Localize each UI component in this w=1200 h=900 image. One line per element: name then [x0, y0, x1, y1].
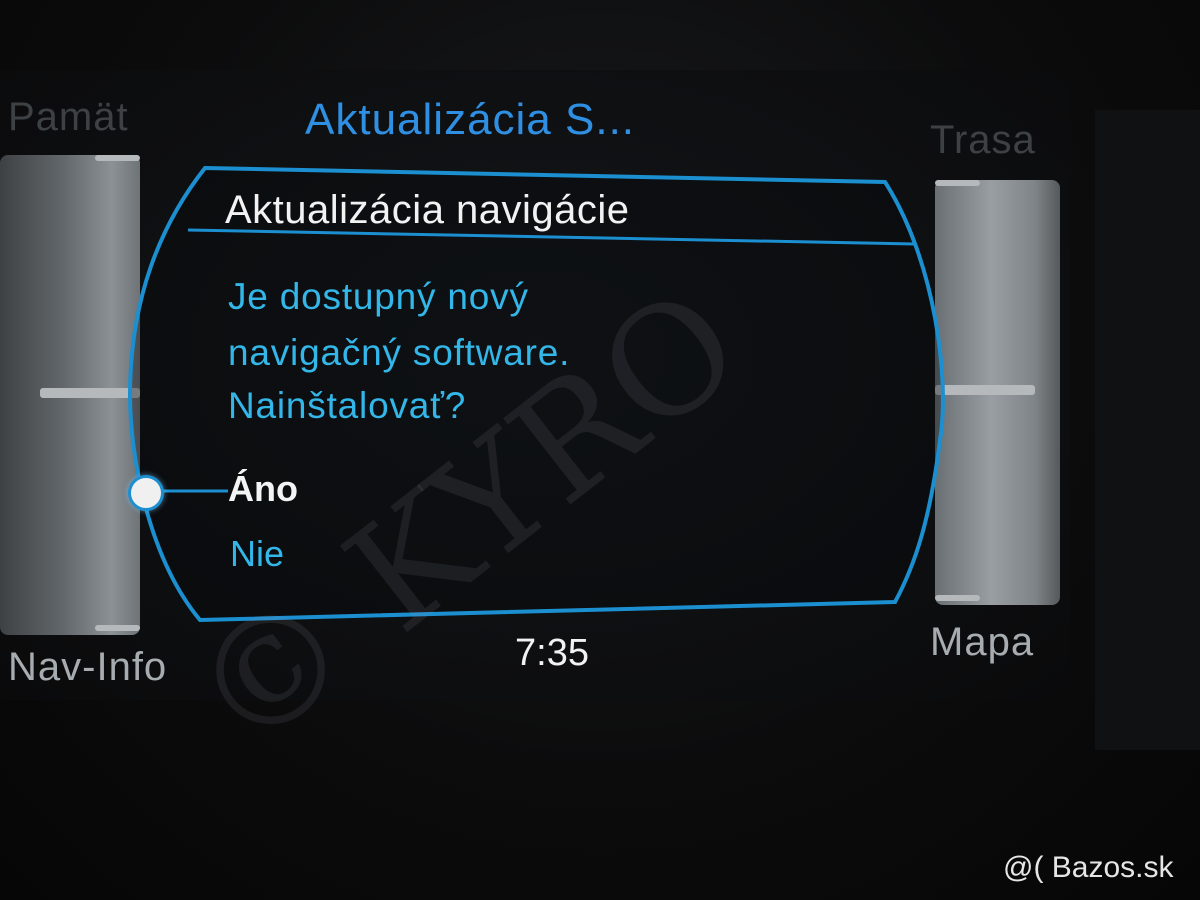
dialog-message-line: navigačný software.	[228, 332, 571, 373]
dialog-message-line: Je dostupný nový	[228, 276, 529, 317]
dialog-message-line: Nainštalovať?	[228, 385, 467, 426]
selection-knob-icon	[128, 475, 164, 511]
clock: 7:35	[515, 632, 589, 674]
site-watermark: @( Bazos.sk	[1003, 851, 1174, 884]
option-ano[interactable]: Áno	[228, 468, 298, 510]
dialog-title: Aktualizácia navigácie	[225, 188, 630, 232]
